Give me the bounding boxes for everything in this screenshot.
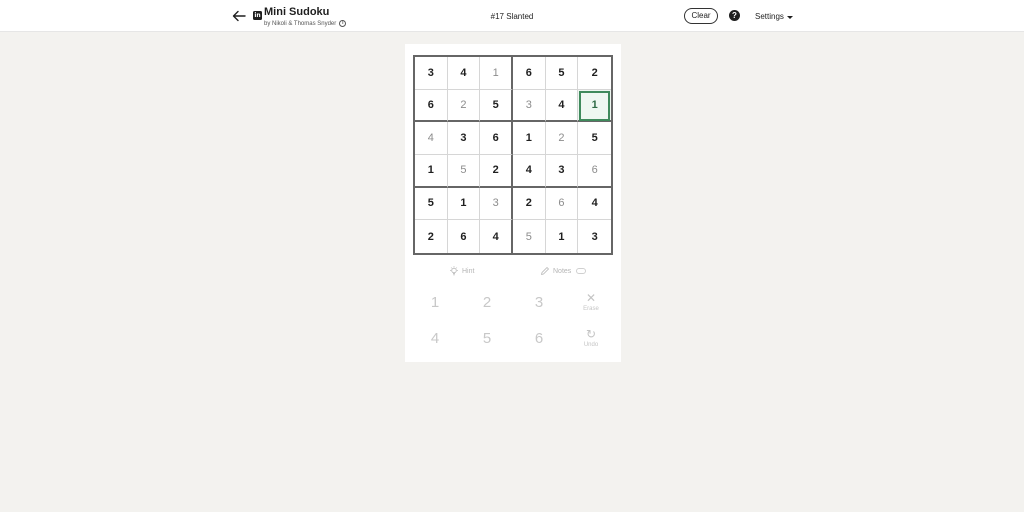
- grid-cell-r1-c3[interactable]: 3: [513, 89, 546, 123]
- grid-cell-r0-c5[interactable]: 2: [578, 57, 611, 90]
- grid-cell-r4-c1[interactable]: 1: [447, 187, 481, 221]
- keypad-1[interactable]: 1: [415, 290, 455, 316]
- grid-cell-r3-c5[interactable]: 6: [578, 155, 611, 188]
- grid-cell-r2-c2[interactable]: 6: [480, 122, 513, 155]
- erase-button[interactable]: ✕ Erase: [571, 291, 611, 321]
- grid-cell-r4-c0[interactable]: 5: [415, 187, 448, 221]
- grid-cell-r4-c3[interactable]: 2: [513, 187, 546, 221]
- grid-cell-r0-c1[interactable]: 4: [447, 57, 481, 90]
- erase-label: Erase: [583, 306, 599, 312]
- notes-label: Notes: [553, 267, 572, 275]
- clear-button[interactable]: Clear: [684, 8, 718, 24]
- grid-cell-r5-c4[interactable]: 1: [546, 220, 579, 253]
- grid-cell-r5-c5[interactable]: 3: [578, 220, 611, 253]
- settings-label: Settings: [755, 12, 784, 21]
- grid-cell-r3-c2[interactable]: 2: [480, 155, 513, 188]
- grid-cell-r0-c4[interactable]: 5: [545, 57, 579, 90]
- grid-cell-r0-c0[interactable]: 3: [415, 57, 448, 90]
- grid-cell-r2-c0[interactable]: 4: [415, 122, 448, 155]
- grid-cell-r3-c1[interactable]: 5: [447, 155, 481, 188]
- top-bar: in Mini Sudoku by Nikoli & Thomas Snyder…: [0, 0, 1024, 32]
- keypad-4[interactable]: 4: [415, 326, 455, 352]
- grid-cell-r3-c0[interactable]: 1: [415, 155, 448, 188]
- hint-label: Hint: [462, 267, 475, 275]
- undo-icon: ↻: [585, 327, 597, 341]
- info-icon[interactable]: i: [339, 20, 347, 27]
- notes-toggle[interactable]: Notes: [540, 266, 587, 276]
- help-icon[interactable]: ?: [729, 10, 740, 21]
- settings-menu[interactable]: Settings: [755, 12, 793, 21]
- keypad-5[interactable]: 5: [467, 326, 507, 352]
- byline: by Nikoli & Thomas Snyder i: [264, 20, 347, 27]
- undo-button[interactable]: ↻ Undo: [571, 327, 611, 357]
- puzzle-title: #17 Slanted: [490, 12, 534, 21]
- grid-cell-r2-c3[interactable]: 1: [513, 122, 546, 155]
- keypad-3[interactable]: 3: [519, 290, 559, 316]
- grid-cell-r1-c1[interactable]: 2: [447, 89, 481, 123]
- grid-cell-r1-c4[interactable]: 4: [545, 89, 579, 123]
- grid-cell-r5-c0[interactable]: 2: [415, 220, 448, 253]
- lightbulb-icon: [450, 266, 458, 276]
- grid-cell-r2-c1[interactable]: 3: [447, 122, 481, 155]
- grid-cell-r2-c5[interactable]: 5: [578, 122, 611, 155]
- keypad-2[interactable]: 2: [467, 290, 507, 316]
- grid-cell-r5-c3[interactable]: 5: [513, 220, 546, 253]
- grid-cell-r4-c5[interactable]: 4: [578, 188, 611, 221]
- grid-cell-r4-c2[interactable]: 3: [480, 187, 513, 221]
- grid-cell-r0-c3[interactable]: 6: [513, 57, 546, 90]
- close-icon: ✕: [585, 291, 597, 305]
- grid-cell-r1-c2[interactable]: 5: [480, 89, 513, 123]
- pencil-icon: [541, 267, 549, 275]
- byline-text: by Nikoli & Thomas Snyder: [264, 20, 337, 27]
- hint-button[interactable]: Hint: [449, 266, 474, 276]
- grid-cell-r5-c1[interactable]: 6: [448, 220, 481, 253]
- keypad-6[interactable]: 6: [519, 326, 559, 352]
- grid-cell-r0-c2[interactable]: 1: [480, 57, 513, 90]
- grid-cell-r5-c2[interactable]: 4: [480, 220, 513, 253]
- grid-cell-r1-c0[interactable]: 6: [415, 89, 448, 123]
- notes-switch[interactable]: [576, 268, 587, 274]
- grid-cell-r1-c5[interactable]: 1: [578, 89, 611, 123]
- grid-cell-r3-c3[interactable]: 4: [513, 155, 546, 188]
- chevron-down-icon: [786, 15, 793, 19]
- undo-label: Undo: [583, 342, 599, 348]
- grid-cell-r3-c4[interactable]: 3: [545, 155, 579, 188]
- sudoku-grid: 341652625341436125152436513264264513: [413, 55, 613, 255]
- grid-cell-r2-c4[interactable]: 2: [545, 122, 579, 155]
- grid-cell-r4-c4[interactable]: 6: [545, 187, 579, 221]
